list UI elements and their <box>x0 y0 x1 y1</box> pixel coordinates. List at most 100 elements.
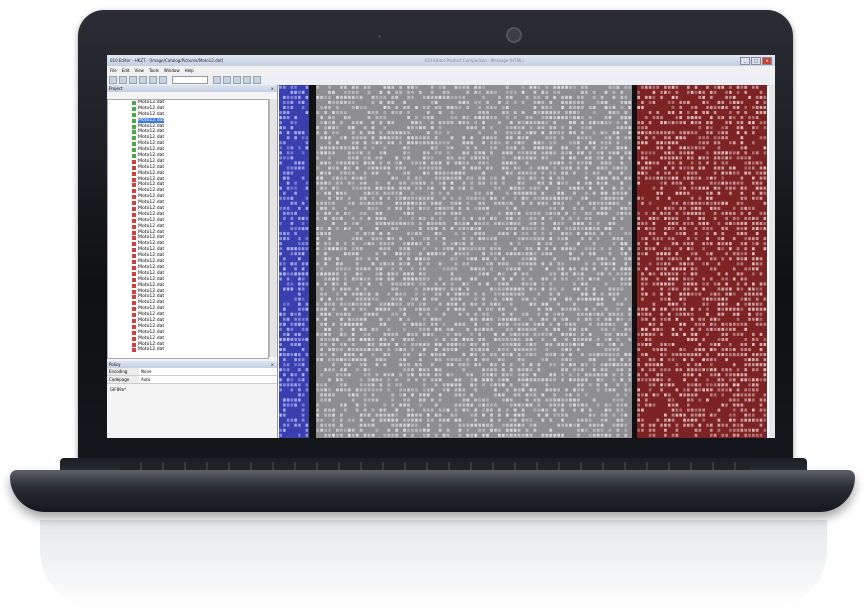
menu-item-tools[interactable]: Tools <box>149 68 159 73</box>
property-row[interactable]: Codepage Auto <box>107 376 277 384</box>
glyph-mark <box>419 327 422 331</box>
glyph-mark <box>541 227 545 231</box>
glyph-mark <box>474 196 478 200</box>
glyph-mark <box>561 232 564 236</box>
glyph-mark <box>513 166 517 170</box>
glyph-mark <box>683 186 686 190</box>
glyph-mark <box>328 136 331 140</box>
glyph-mark <box>637 126 640 130</box>
glyph-mark <box>729 186 732 190</box>
property-row[interactable]: Encoding None <box>107 368 277 376</box>
glyph-mark <box>755 221 759 225</box>
glyph-mark <box>486 408 489 412</box>
glyph-mark <box>422 398 426 402</box>
glyph-mark <box>549 176 553 180</box>
glyph-mark <box>683 302 686 306</box>
glyph-mark <box>569 353 572 357</box>
glyph-mark <box>316 418 320 422</box>
glyph-mark <box>513 247 517 251</box>
glyph-mark <box>759 302 763 306</box>
glyph-mark <box>675 368 679 372</box>
glyph-mark <box>652 358 656 362</box>
glyph-mark <box>652 433 656 437</box>
glyph-mark <box>290 156 294 160</box>
glyph-mark <box>498 433 501 437</box>
maximize-button[interactable]: □ <box>751 56 761 65</box>
glyph-mark <box>305 262 309 266</box>
upload-icon[interactable] <box>159 76 167 84</box>
tree-scrollbar[interactable] <box>269 99 277 357</box>
glyph-mark <box>283 176 286 180</box>
menu-item-edit[interactable]: Edit <box>122 68 130 73</box>
property-value[interactable]: None <box>139 368 277 375</box>
glyph-mark <box>732 292 736 296</box>
glyph-mark <box>301 216 305 220</box>
search-combo[interactable] <box>172 76 208 84</box>
glyph-mark <box>351 332 355 336</box>
file-icon <box>132 142 136 147</box>
close-button[interactable]: × <box>762 56 772 65</box>
open-icon[interactable] <box>109 76 117 84</box>
glyph-mark <box>549 141 553 145</box>
glyph-mark <box>454 232 458 236</box>
glyph-mark <box>569 297 572 301</box>
tree-item[interactable]: Moto12.dat <box>108 347 268 353</box>
glyph-mark <box>592 247 596 251</box>
menu-item-help[interactable]: Help <box>185 68 194 73</box>
glyph-mark <box>604 262 608 266</box>
property-value[interactable]: Auto <box>139 376 277 383</box>
glyph-mark <box>426 252 430 256</box>
glyph-mark <box>403 171 406 175</box>
glyph-mark <box>561 368 564 372</box>
glyph-mark <box>286 327 290 331</box>
glyph-mark <box>683 332 686 336</box>
glyph-mark <box>458 196 462 200</box>
glyph-mark <box>752 116 755 120</box>
glyph-mark <box>660 272 663 276</box>
menu-item-view[interactable]: View <box>134 68 144 73</box>
glyph-mark <box>438 176 442 180</box>
bookmark-icon[interactable] <box>243 76 251 84</box>
glyph-mark <box>383 307 387 311</box>
glyph-mark <box>620 373 624 377</box>
replace-icon[interactable] <box>223 76 231 84</box>
glyph-mark <box>434 211 438 215</box>
glyph-mark <box>324 211 327 215</box>
glyph-mark <box>367 282 371 286</box>
hex-view[interactable] <box>316 85 632 438</box>
glyph-mark <box>482 302 485 306</box>
glyph-mark <box>656 267 660 271</box>
glyph-mark <box>498 100 501 104</box>
glyph-mark <box>616 287 620 291</box>
menu-item-file[interactable]: File <box>110 68 117 73</box>
paste-icon[interactable] <box>149 76 157 84</box>
glyph-mark <box>283 413 286 417</box>
editor-scrollbar[interactable] <box>769 85 775 438</box>
glyph-mark <box>561 151 564 155</box>
hex-view-icon[interactable] <box>253 76 261 84</box>
cut-icon[interactable] <box>129 76 137 84</box>
glyph-mark <box>744 398 748 402</box>
glyph-mark <box>706 121 709 125</box>
minimize-button[interactable]: _ <box>740 56 750 65</box>
glyph-mark <box>407 141 410 145</box>
glyph-mark <box>573 363 576 367</box>
save-icon[interactable] <box>119 76 127 84</box>
panel-close-button[interactable]: × <box>271 85 274 92</box>
glyph-mark <box>343 342 347 347</box>
glyph-mark <box>355 166 359 170</box>
ascii-view[interactable] <box>637 85 767 438</box>
goto-icon[interactable] <box>233 76 241 84</box>
file-tree[interactable]: Moto12.dat Moto12.dat Moto12.dat Moto12.dat… <box>107 99 269 359</box>
glyph-mark <box>557 85 561 89</box>
properties-close-button[interactable]: × <box>271 361 274 368</box>
glyph-mark <box>752 176 755 180</box>
find-icon[interactable] <box>213 76 221 84</box>
menu-item-window[interactable]: Window <box>164 68 180 73</box>
glyph-mark <box>755 257 759 261</box>
glyph-mark <box>664 368 667 372</box>
glyph-mark <box>383 403 387 407</box>
glyph-mark <box>667 378 671 382</box>
copy-icon[interactable] <box>139 76 147 84</box>
glyph-mark <box>466 408 470 412</box>
